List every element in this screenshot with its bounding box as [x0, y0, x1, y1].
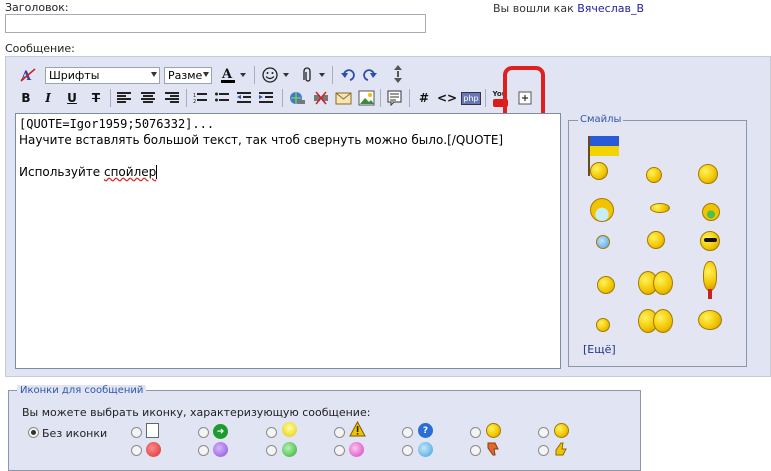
- smilies-more-link[interactable]: [Ещё]: [583, 343, 616, 356]
- logged-in-info: Вы вошли как Вячеслав_В: [493, 2, 644, 15]
- radio-icon-7[interactable]: [538, 427, 549, 438]
- no-icon-label: Без иконки: [42, 427, 108, 440]
- smiley-mask-icon[interactable]: [590, 198, 614, 222]
- svg-text:A: A: [221, 67, 233, 82]
- strike-button[interactable]: T: [86, 88, 106, 108]
- editor-line-4: Используйте спойлер: [19, 165, 158, 179]
- warning-icon: [349, 420, 366, 440]
- thumbs-down-icon: [486, 441, 501, 460]
- message-label: Сообщение:: [5, 42, 75, 55]
- indent-icon[interactable]: [256, 88, 276, 108]
- attach-icon[interactable]: [296, 65, 328, 85]
- grin-face-icon: [282, 442, 297, 457]
- ordered-list-icon[interactable]: 12: [190, 88, 210, 108]
- smiley-grin-icon[interactable]: [702, 203, 720, 221]
- radio-icon-5[interactable]: [402, 427, 413, 438]
- username-link[interactable]: Вячеслав_В: [577, 2, 644, 15]
- undo-icon[interactable]: [338, 65, 358, 85]
- size-select[interactable]: Разме: [164, 67, 212, 84]
- svg-text:2: 2: [193, 99, 196, 104]
- hash-button[interactable]: #: [414, 88, 434, 108]
- sad-face-icon: [213, 442, 228, 457]
- radio-icon-13[interactable]: [470, 445, 481, 456]
- radio-icon-9[interactable]: [198, 445, 209, 456]
- outdent-icon[interactable]: [234, 88, 254, 108]
- smiley-tall-icon[interactable]: [700, 261, 720, 301]
- radio-icon-4[interactable]: [334, 427, 345, 438]
- logged-prefix: Вы вошли как: [493, 2, 574, 15]
- title-label: Заголовок:: [5, 1, 69, 14]
- smiley-flag-icon[interactable]: [586, 136, 622, 184]
- document-icon: [146, 423, 159, 438]
- underline-button[interactable]: U: [62, 88, 82, 108]
- smiley-cool-icon[interactable]: [700, 231, 720, 251]
- unordered-list-icon[interactable]: [212, 88, 232, 108]
- smiley-smile-icon[interactable]: [646, 167, 662, 183]
- align-center-icon[interactable]: [138, 88, 158, 108]
- message-textarea[interactable]: [QUOTE=Igor1959;5076332]... Научите вста…: [15, 113, 561, 369]
- cool-face-icon: [486, 423, 501, 438]
- radio-icon-14[interactable]: [538, 445, 549, 456]
- smiley-small-icon[interactable]: [596, 318, 610, 332]
- smile-face-icon: [554, 423, 569, 438]
- smilies-legend: Смайлы: [578, 114, 624, 125]
- code-button[interactable]: <>: [437, 88, 457, 108]
- smiley-pair-icon[interactable]: [638, 267, 674, 299]
- link-icon[interactable]: [287, 88, 307, 108]
- pink-face-icon: [349, 442, 364, 457]
- post-icons-legend: Иконки для сообщений: [17, 385, 147, 396]
- smiley-blue-icon[interactable]: [596, 235, 610, 249]
- angry-face-icon: [146, 442, 161, 457]
- smiley-round-icon[interactable]: [647, 231, 665, 249]
- editor-line-1: [QUOTE=Igor1959;5076332]...: [19, 117, 215, 131]
- email-icon[interactable]: [334, 88, 354, 108]
- editor-line-2: Научите вставлять большой текст, так что…: [19, 133, 504, 147]
- question-icon: ?: [418, 423, 433, 438]
- smiley-wave-icon[interactable]: [698, 310, 722, 330]
- post-icons-prompt: Вы можете выбрать иконку, характеризующу…: [22, 406, 371, 419]
- font-color-icon[interactable]: A: [218, 65, 250, 85]
- smiley-flat-icon[interactable]: [650, 203, 670, 213]
- arrow-right-icon: ➜: [213, 424, 228, 439]
- image-icon[interactable]: [357, 88, 377, 108]
- smiley-picker-icon[interactable]: [260, 65, 292, 85]
- smiley-angry-icon[interactable]: [698, 164, 718, 184]
- unlink-icon[interactable]: [311, 88, 331, 108]
- radio-icon-6[interactable]: [470, 427, 481, 438]
- radio-icon-11[interactable]: [334, 445, 345, 456]
- resize-icon[interactable]: [388, 64, 408, 84]
- radio-icon-10[interactable]: [266, 445, 277, 456]
- bold-button[interactable]: B: [16, 88, 36, 108]
- radio-icon-3[interactable]: [266, 427, 277, 438]
- align-right-icon[interactable]: [162, 88, 182, 108]
- remove-format-icon[interactable]: A: [18, 65, 38, 85]
- radio-icon-12[interactable]: [402, 445, 413, 456]
- font-select[interactable]: Шрифты: [45, 67, 160, 84]
- redo-icon[interactable]: [360, 65, 380, 85]
- quote-icon[interactable]: [385, 88, 405, 108]
- title-input[interactable]: [5, 14, 426, 33]
- italic-button[interactable]: I: [38, 88, 58, 108]
- radio-icon-1[interactable]: [131, 427, 142, 438]
- align-left-icon[interactable]: [114, 88, 134, 108]
- editor-line-3: ​: [19, 148, 557, 164]
- radio-icon-2[interactable]: [198, 427, 209, 438]
- smiley-pair2-icon[interactable]: [638, 305, 674, 337]
- php-button[interactable]: php: [461, 88, 481, 108]
- radio-icon-8[interactable]: [131, 445, 142, 456]
- lightbulb-icon: [282, 422, 297, 437]
- blue-face-icon: [418, 442, 433, 457]
- radio-no-icon[interactable]: [28, 427, 39, 438]
- smiley-teeth-icon[interactable]: [597, 276, 615, 294]
- thumbs-up-icon: [554, 441, 569, 460]
